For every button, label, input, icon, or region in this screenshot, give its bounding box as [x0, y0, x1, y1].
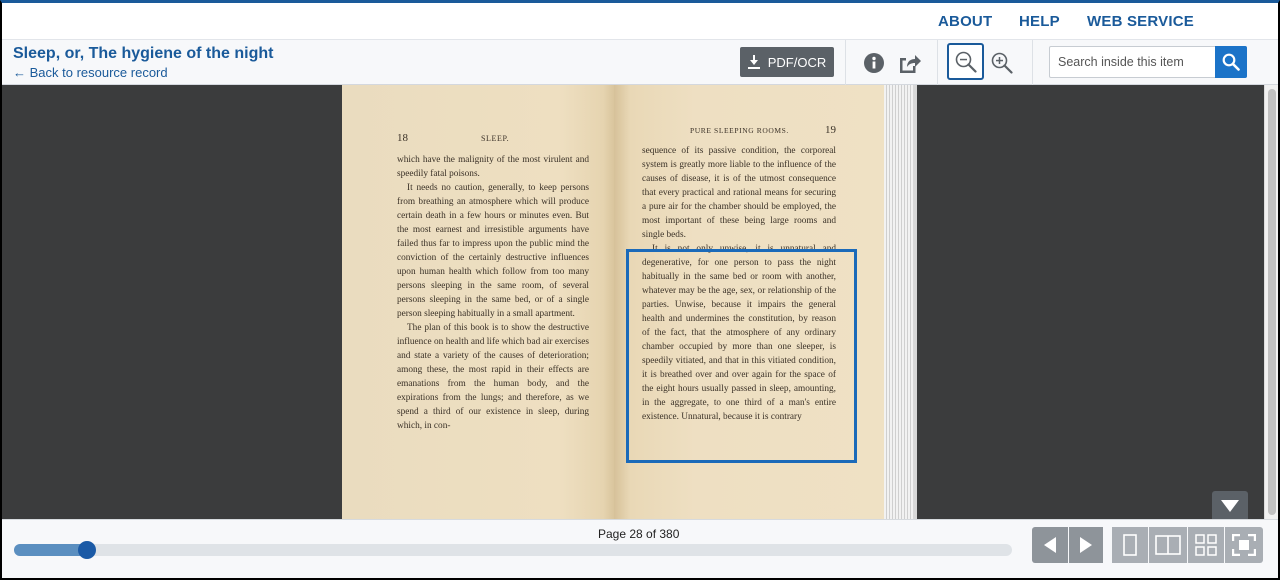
search-highlight-box	[626, 249, 857, 463]
book-title: Sleep, or, The hygiene of the night	[13, 45, 274, 62]
single-page-view-icon	[1123, 534, 1137, 556]
page-number: 18	[397, 132, 408, 144]
search-input[interactable]	[1050, 47, 1216, 77]
two-page-view-button[interactable]	[1149, 527, 1187, 563]
fullscreen-icon	[1232, 534, 1256, 556]
paragraph: sequence of its passive condition, the c…	[642, 146, 836, 240]
paragraph: which have the malignity of the most vir…	[397, 155, 589, 179]
zoom-out-button[interactable]	[947, 43, 984, 80]
book-reader-window: ABOUT HELP WEB SERVICE Sleep, or, The hy…	[0, 0, 1280, 580]
thumbnail-view-button[interactable]	[1188, 527, 1224, 563]
zoom-out-icon	[955, 51, 977, 73]
info-icon	[864, 53, 884, 73]
search-box	[1049, 46, 1247, 78]
page-slider-handle[interactable]	[77, 541, 96, 559]
page-text: which have the malignity of the most vir…	[397, 153, 589, 433]
page-slider-progress	[14, 544, 87, 556]
vertical-scrollbar[interactable]	[1264, 85, 1278, 519]
back-to-record-link[interactable]: ← Back to resource record	[13, 65, 168, 80]
book-viewer[interactable]: 18 SLEEP. which have the malignity of th…	[2, 85, 1278, 519]
left-page[interactable]: 18 SLEEP. which have the malignity of th…	[342, 85, 614, 519]
info-button[interactable]	[859, 48, 889, 78]
zoom-in-button[interactable]	[987, 48, 1017, 78]
page-slider[interactable]	[14, 541, 1012, 559]
two-page-view-icon	[1155, 535, 1181, 555]
zoom-in-icon	[991, 52, 1013, 74]
toolbar-divider	[1032, 40, 1033, 85]
toolbar-divider	[937, 40, 938, 85]
page-edges	[884, 85, 917, 519]
scrollbar-thumb[interactable]	[1268, 89, 1276, 515]
reader-footer: Page 28 of 380	[2, 519, 1278, 578]
top-navigation: ABOUT HELP WEB SERVICE	[2, 3, 1278, 39]
page-indicator: Page 28 of 380	[598, 527, 680, 541]
previous-page-button[interactable]	[1032, 527, 1068, 563]
search-icon	[1222, 53, 1240, 71]
nav-web-service-link[interactable]: WEB SERVICE	[1087, 13, 1194, 30]
reader-toolbar: Sleep, or, The hygiene of the night ← Ba…	[2, 39, 1278, 85]
running-header: SLEEP.	[481, 134, 510, 143]
running-header: PURE SLEEPING ROOMS.	[690, 126, 789, 135]
paragraph: The plan of this book is to show the des…	[397, 323, 589, 431]
toolbar-divider	[845, 40, 846, 85]
share-button[interactable]	[894, 48, 924, 78]
fullscreen-button[interactable]	[1225, 527, 1263, 563]
single-page-view-button[interactable]	[1112, 527, 1148, 563]
thumbnail-view-icon	[1195, 534, 1217, 556]
arrow-left-icon	[1044, 537, 1056, 553]
share-icon	[900, 55, 921, 73]
search-button[interactable]	[1215, 46, 1247, 78]
caret-down-icon	[1221, 500, 1239, 512]
pdf-ocr-button[interactable]: PDF/OCR	[740, 47, 834, 77]
pdf-ocr-label: PDF/OCR	[767, 54, 827, 70]
page-number: 19	[825, 124, 836, 136]
toggle-toolbar-button[interactable]	[1212, 491, 1248, 519]
nav-about-link[interactable]: ABOUT	[938, 13, 992, 30]
paragraph: It needs no caution, generally, to keep …	[397, 183, 589, 319]
download-icon	[747, 55, 760, 69]
next-page-button[interactable]	[1069, 527, 1103, 563]
book-spread: 18 SLEEP. which have the malignity of th…	[342, 85, 917, 519]
nav-help-link[interactable]: HELP	[1019, 13, 1060, 30]
arrow-right-icon	[1080, 537, 1092, 553]
